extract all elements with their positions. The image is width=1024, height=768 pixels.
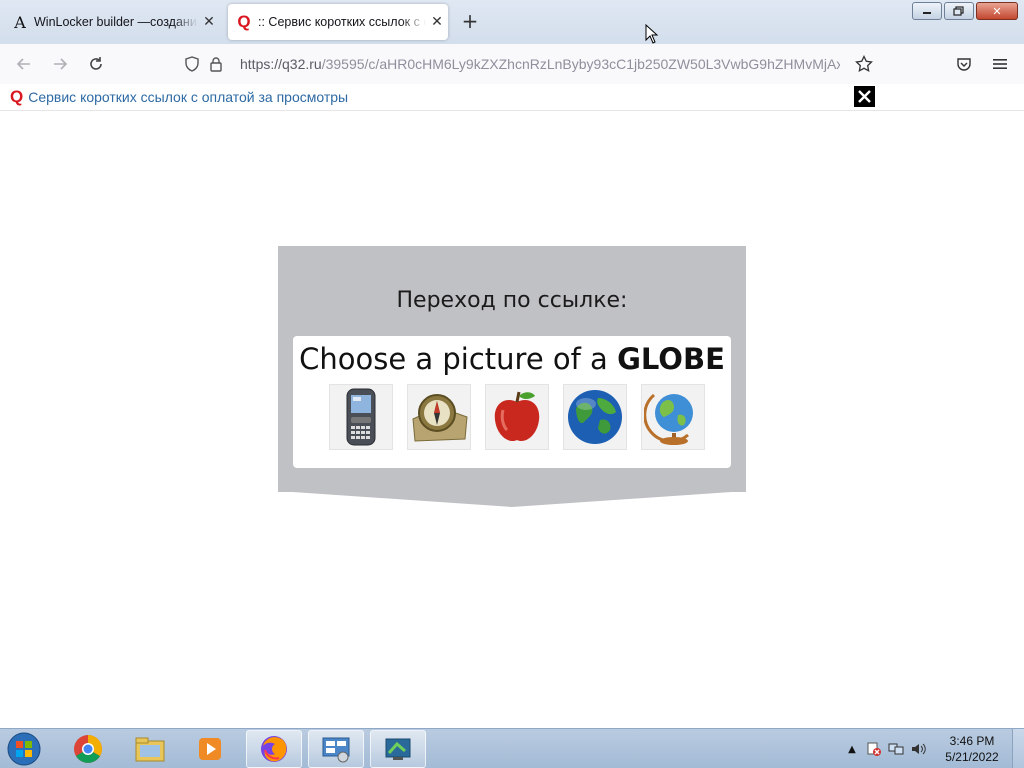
page-header: Q Сервис коротких ссылок с оплатой за пр…	[0, 84, 1024, 111]
media-player-icon	[199, 738, 221, 760]
tracking-protection-icon[interactable]	[180, 56, 204, 72]
show-hidden-icons-icon[interactable]: ▲	[844, 741, 860, 757]
taskbar-explorer[interactable]	[122, 730, 178, 768]
windows-start-icon	[7, 732, 41, 766]
back-button[interactable]	[12, 52, 36, 76]
earth-icon	[568, 390, 622, 444]
tab-q32[interactable]: Q :: Сервис коротких ссылок с оп ✕	[228, 4, 448, 40]
restore-icon	[953, 6, 964, 16]
taskbar-control-panel[interactable]	[308, 730, 364, 768]
captcha-prompt: Choose a picture of a GLOBE	[293, 342, 731, 376]
panel-title: Переход по ссылке:	[396, 288, 628, 313]
maximize-button[interactable]	[944, 2, 974, 20]
captcha-option-apple[interactable]	[485, 384, 549, 450]
navigation-bar: https://q32.ru/39595/c/aHR0cHM6Ly9kZXZhc…	[0, 44, 1024, 84]
close-icon	[858, 90, 871, 103]
tab-title: :: Сервис коротких ссылок с оп	[258, 15, 426, 29]
start-button[interactable]	[4, 730, 44, 768]
action-center-warning-icon[interactable]	[866, 741, 882, 757]
minimize-button[interactable]	[912, 2, 942, 20]
chrome-icon	[74, 735, 102, 763]
captcha-option-earth[interactable]	[563, 384, 627, 450]
volume-icon[interactable]	[910, 741, 926, 757]
desk-globe-icon	[644, 393, 693, 445]
close-window-button[interactable]: ✕	[976, 2, 1018, 20]
new-tab-button[interactable]: +	[458, 10, 482, 34]
apple-icon	[494, 391, 540, 442]
bookmark-star-button[interactable]	[852, 52, 876, 76]
captcha-prompt-text: Choose a picture of a	[299, 342, 608, 376]
taskbar-firefox[interactable]	[246, 730, 302, 768]
back-arrow-icon	[16, 58, 30, 70]
close-overlay-button[interactable]	[854, 86, 875, 107]
reload-icon	[90, 57, 102, 70]
page-content: Q Сервис коротких ссылок с оплатой за пр…	[0, 84, 1024, 728]
captcha-box: Choose a picture of a GLOBE	[293, 336, 731, 468]
header-link[interactable]: Сервис коротких ссылок с оплатой за прос…	[28, 89, 348, 105]
q32-logo-icon: Q	[10, 87, 24, 106]
forward-arrow-icon	[54, 58, 68, 70]
captcha-option-pda-phone[interactable]	[329, 384, 393, 450]
tab-close-icon[interactable]: ✕	[426, 14, 448, 30]
taskbar-media-player[interactable]	[182, 730, 238, 768]
tab-favicon-icon: A	[14, 12, 26, 32]
network-icon[interactable]	[888, 741, 904, 757]
reload-button[interactable]	[84, 52, 108, 76]
tab-title: WinLocker builder —создание в	[34, 15, 198, 29]
lock-icon[interactable]	[204, 56, 228, 72]
tab-strip: A WinLocker builder —создание в ✕ Q :: С…	[0, 0, 1024, 44]
hamburger-menu-icon	[993, 59, 1007, 69]
captcha-panel: Переход по ссылке: Choose a picture of a…	[278, 246, 746, 508]
taskbar-clock[interactable]: 3:46 PM 5/21/2022	[940, 733, 1004, 765]
mouse-cursor-icon	[645, 24, 659, 44]
url-path: /39595/c/aHR0cHM6Ly9kZXZhcnRzLnByby93cC1…	[321, 56, 840, 72]
show-desktop-button[interactable]	[1012, 729, 1024, 768]
window-controls: ✕	[912, 2, 1018, 20]
compass-icon	[412, 394, 468, 442]
captcha-image-row	[329, 384, 705, 450]
pocket-button[interactable]	[952, 52, 976, 76]
tab-close-icon[interactable]: ✕	[198, 14, 220, 30]
url-host: https://q32.ru	[240, 56, 322, 72]
taskbar-chrome[interactable]	[60, 730, 116, 768]
captcha-option-desk-globe[interactable]	[641, 384, 705, 450]
url-bar[interactable]: https://q32.ru/39595/c/aHR0cHM6Ly9kZXZhc…	[180, 50, 880, 78]
star-icon	[855, 55, 873, 73]
tab-favicon-icon: Q	[237, 12, 251, 31]
app-menu-button[interactable]	[988, 52, 1012, 76]
captcha-option-compass[interactable]	[407, 384, 471, 450]
minimize-icon	[923, 12, 931, 14]
close-icon: ✕	[992, 4, 1002, 18]
pocket-icon	[957, 58, 971, 71]
firefox-icon	[261, 736, 287, 762]
control-panel-icon	[322, 737, 350, 763]
display-app-icon	[385, 738, 411, 760]
taskbar: ▲ 3:46 PM 5/21/2022	[0, 728, 1024, 768]
panel-pointer	[278, 491, 746, 507]
pda-phone-icon	[346, 388, 376, 446]
url-text: https://q32.ru/39595/c/aHR0cHM6Ly9kZXZhc…	[240, 56, 840, 72]
captcha-target-word: GLOBE	[617, 342, 725, 376]
clock-time: 3:46 PM	[949, 734, 995, 748]
tab-winlocker[interactable]: A WinLocker builder —создание в ✕	[4, 4, 220, 40]
system-tray: ▲	[844, 729, 926, 768]
clock-date: 5/21/2022	[945, 750, 999, 764]
folder-icon	[135, 737, 165, 762]
taskbar-app[interactable]	[370, 730, 426, 768]
forward-button[interactable]	[48, 52, 72, 76]
